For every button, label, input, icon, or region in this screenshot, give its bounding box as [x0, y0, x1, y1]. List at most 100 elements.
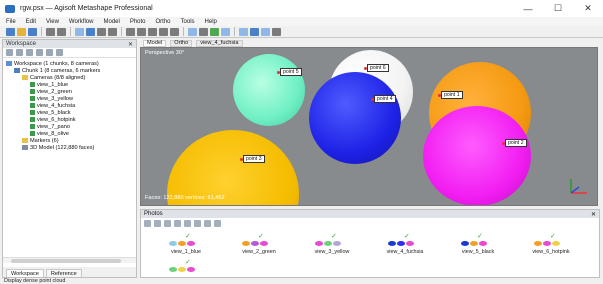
thumbnail-sphere — [178, 267, 186, 272]
tree-item[interactable]: view_2_green — [6, 88, 136, 95]
mask-icon[interactable] — [194, 219, 201, 227]
tree-item-label: Workspace (1 chunks, 8 cameras) — [14, 60, 99, 67]
navigation-icon[interactable] — [86, 27, 95, 36]
cut-icon[interactable] — [126, 27, 135, 36]
thumbnail-sphere — [187, 267, 195, 272]
markers-icon[interactable] — [261, 27, 270, 36]
tab-reference[interactable]: Reference — [45, 269, 82, 277]
menu-view[interactable]: View — [46, 19, 59, 25]
photo-thumbnail[interactable]: ✓ view_6_hotpink — [516, 232, 576, 256]
menu-tools[interactable]: Tools — [181, 19, 195, 25]
close-button[interactable]: ✕ — [573, 0, 603, 17]
filter-icon[interactable] — [204, 219, 211, 227]
remove-icon[interactable] — [36, 49, 43, 56]
photo-thumbnail[interactable]: ✓ view_4_fuchsia — [370, 232, 430, 256]
tree-item[interactable]: 3D Model (122,880 faces) — [6, 144, 136, 151]
photo-thumbnail[interactable]: ✓ view_1_blue — [151, 232, 211, 256]
marker-point-2[interactable]: point 2 — [502, 139, 527, 147]
photo-thumbnail[interactable]: ✓ view_3_yellow — [297, 232, 357, 256]
crop-icon[interactable] — [137, 27, 146, 36]
minimize-button[interactable]: — — [513, 0, 543, 17]
thumbnail-sphere — [470, 241, 478, 246]
menu-ortho[interactable]: Ortho — [156, 19, 171, 25]
menu-bar: File Edit View Workflow Model Photo Orth… — [0, 17, 603, 26]
menu-photo[interactable]: Photo — [130, 19, 146, 25]
move-icon[interactable] — [108, 27, 117, 36]
rotate-left-icon[interactable] — [174, 219, 181, 227]
tree-item[interactable]: view_4_fuchsia — [6, 102, 136, 109]
aligned-check-icon: ✓ — [185, 233, 191, 240]
close-icon[interactable]: ✕ — [591, 211, 596, 218]
disable-icon[interactable] — [56, 49, 63, 56]
marker-point-4[interactable]: point 4 — [371, 95, 396, 103]
grid-icon[interactable] — [188, 27, 197, 36]
select-icon[interactable] — [75, 27, 84, 36]
tab-model[interactable]: Model — [143, 39, 167, 47]
tree-item[interactable]: Markers (6) — [6, 137, 136, 144]
marker-point-3[interactable]: point 3 — [240, 155, 265, 163]
aligned-check-icon: ✓ — [550, 233, 556, 240]
zoom-out-icon[interactable] — [159, 27, 168, 36]
reset-view-icon[interactable] — [170, 27, 179, 36]
tab-ortho[interactable]: Ortho — [170, 39, 193, 47]
tree-item[interactable]: view_8_olive — [6, 130, 136, 137]
close-icon[interactable]: ✕ — [128, 41, 133, 48]
enable-icon[interactable] — [46, 49, 53, 56]
tree-item[interactable]: Chunk 1 (8 cameras, 6 markers — [6, 67, 136, 74]
add-chunk-icon[interactable] — [6, 49, 13, 56]
tab-view-4-fuchsia[interactable]: view_4_fuchsia — [196, 39, 243, 47]
tree-item[interactable]: view_7_pano — [6, 123, 136, 130]
tab-workspace[interactable]: Workspace — [6, 269, 44, 277]
new-icon[interactable] — [6, 27, 15, 36]
blue-sphere — [309, 72, 401, 164]
marker-point-5[interactable]: point 5 — [277, 68, 302, 76]
save-icon[interactable] — [28, 27, 37, 36]
tree-item[interactable]: Workspace (1 chunks, 8 cameras) — [6, 60, 136, 67]
redo-icon[interactable] — [57, 27, 66, 36]
camera-icon — [30, 103, 35, 108]
thumbnail-sphere — [178, 241, 186, 246]
add-photos-icon[interactable] — [144, 219, 151, 227]
mesh-icon[interactable] — [221, 27, 230, 36]
shapes-icon[interactable] — [272, 27, 281, 36]
camera-icon — [30, 96, 35, 101]
maximize-button[interactable]: ☐ — [543, 0, 573, 17]
tree-item[interactable]: view_5_black — [6, 109, 136, 116]
delete-icon[interactable] — [164, 219, 171, 227]
view-mode-icon[interactable] — [214, 219, 221, 227]
aligned-check-icon: ✓ — [477, 233, 483, 240]
marker-point-1[interactable]: point 1 — [438, 91, 463, 99]
thumbnail-sphere — [169, 267, 177, 272]
menu-help[interactable]: Help — [205, 19, 217, 25]
points-icon[interactable] — [199, 27, 208, 36]
photo-thumbnail[interactable]: ✓ view_2_green — [224, 232, 284, 256]
thumbnail-sphere — [406, 241, 414, 246]
add-folder-icon[interactable] — [26, 49, 33, 56]
rotate-right-icon[interactable] — [184, 219, 191, 227]
menu-model[interactable]: Model — [103, 19, 119, 25]
tree-item[interactable]: Cameras (8/8 aligned) — [6, 74, 136, 81]
camera-icon — [30, 110, 35, 115]
add-photos-icon[interactable] — [16, 49, 23, 56]
dense-cloud-icon[interactable] — [210, 27, 219, 36]
menu-file[interactable]: File — [6, 19, 16, 25]
tree-item[interactable]: view_6_hotpink — [6, 116, 136, 123]
model-viewport[interactable]: Perspective 30° point 1 point 2 point 3 … — [140, 47, 598, 206]
tree-item[interactable]: view_1_blue — [6, 81, 136, 88]
rotate-icon[interactable] — [97, 27, 106, 36]
aligned-check-icon: ✓ — [404, 233, 410, 240]
undo-icon[interactable] — [46, 27, 55, 36]
remove-photo-icon[interactable] — [154, 219, 161, 227]
photo-thumbnail[interactable]: ✓ view_5_black — [443, 232, 503, 256]
tree-item-label: view_8_olive — [37, 130, 70, 137]
marker-point-6[interactable]: point 6 — [364, 64, 389, 72]
open-icon[interactable] — [17, 27, 26, 36]
tree-item[interactable]: view_3_yellow — [6, 95, 136, 102]
cameras-icon[interactable] — [250, 27, 259, 36]
zoom-in-icon[interactable] — [148, 27, 157, 36]
menu-workflow[interactable]: Workflow — [69, 19, 94, 25]
textured-icon[interactable] — [239, 27, 248, 36]
scrollbar-thumb[interactable] — [11, 259, 121, 263]
menu-edit[interactable]: Edit — [26, 19, 36, 25]
workspace-scrollbar[interactable] — [3, 257, 136, 263]
